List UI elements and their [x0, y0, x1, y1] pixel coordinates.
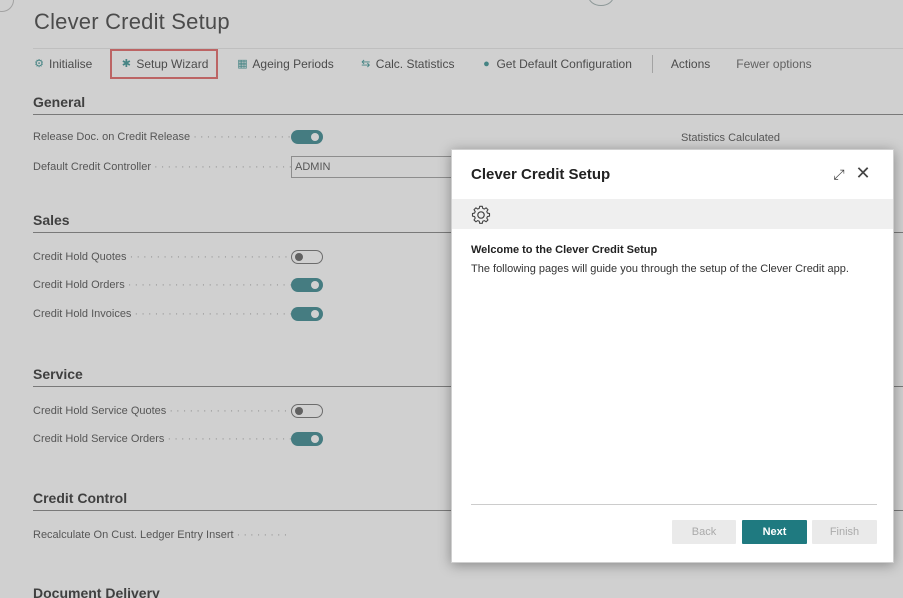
next-button[interactable]: Next: [742, 520, 807, 544]
back-button[interactable]: Back: [672, 520, 736, 544]
expand-icon[interactable]: ⤢: [831, 166, 847, 182]
dialog-welcome-heading: Welcome to the Clever Credit Setup: [471, 244, 658, 256]
dialog-banner: [452, 199, 893, 229]
finish-button[interactable]: Finish: [812, 520, 877, 544]
close-icon[interactable]: ✕: [854, 164, 872, 182]
dialog-divider: [471, 504, 877, 505]
gear-icon: [471, 205, 491, 224]
setup-dialog: Clever Credit Setup ⤢ ✕ Welcome to the C…: [451, 149, 894, 563]
dialog-title: Clever Credit Setup: [471, 166, 611, 183]
dialog-description: The following pages will guide you throu…: [471, 263, 849, 275]
